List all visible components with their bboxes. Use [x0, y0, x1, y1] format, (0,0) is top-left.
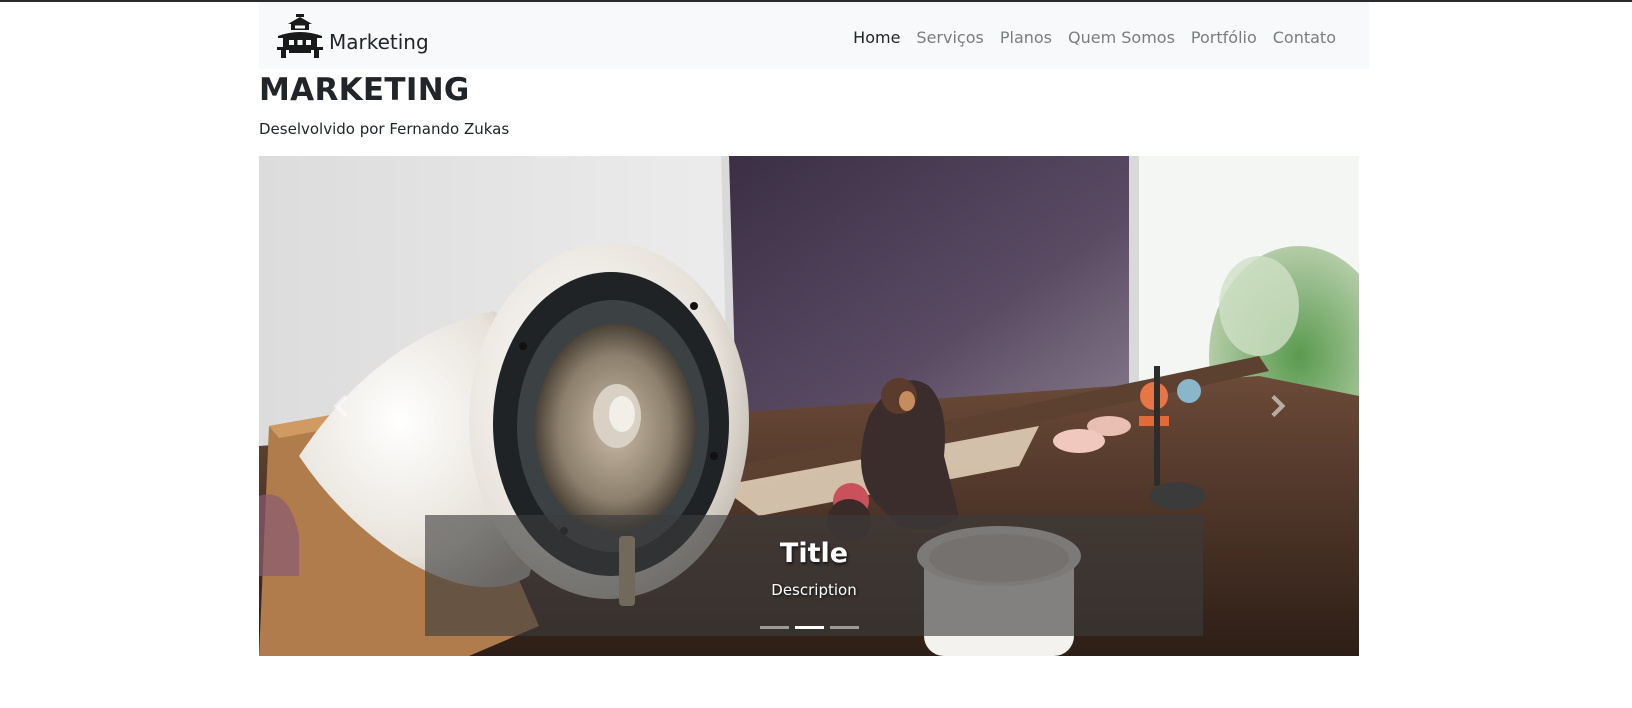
nav-link-servicos[interactable]: Serviços	[908, 24, 991, 52]
caption-description: Description	[771, 581, 857, 599]
nav-link-planos[interactable]: Planos	[992, 24, 1060, 52]
nav-link-quem-somos[interactable]: Quem Somos	[1060, 24, 1183, 52]
chevron-right-icon	[1270, 395, 1285, 417]
nav-link-portfolio[interactable]: Portfólio	[1183, 24, 1265, 52]
chevron-left-icon	[333, 395, 348, 417]
page-subtitle: Deselvolvido por Fernando Zukas	[259, 120, 510, 138]
nav-link-home[interactable]: Home	[845, 24, 908, 52]
carousel-indicator-2[interactable]	[794, 626, 824, 629]
page-title: MARKETING	[259, 72, 470, 108]
navbar: Marketing Home Serviços Planos Quem Somo…	[259, 2, 1369, 69]
brand-link[interactable]: Marketing	[275, 14, 429, 58]
carousel-next-button[interactable]	[1194, 156, 1359, 656]
caption-title: Title	[779, 538, 849, 569]
carousel-indicator-3[interactable]	[829, 626, 859, 629]
carousel-indicator-1[interactable]	[759, 626, 789, 629]
pagoda-icon	[277, 14, 323, 58]
brand-label: Marketing	[329, 30, 429, 54]
carousel-indicators	[259, 626, 1359, 629]
image-carousel: Title Description	[259, 156, 1359, 656]
nav-menu: Home Serviços Planos Quem Somos Portfóli…	[845, 24, 1344, 52]
carousel-caption: Title Description	[425, 515, 1203, 636]
nav-link-contato[interactable]: Contato	[1265, 24, 1344, 52]
carousel-prev-button[interactable]	[259, 156, 424, 656]
